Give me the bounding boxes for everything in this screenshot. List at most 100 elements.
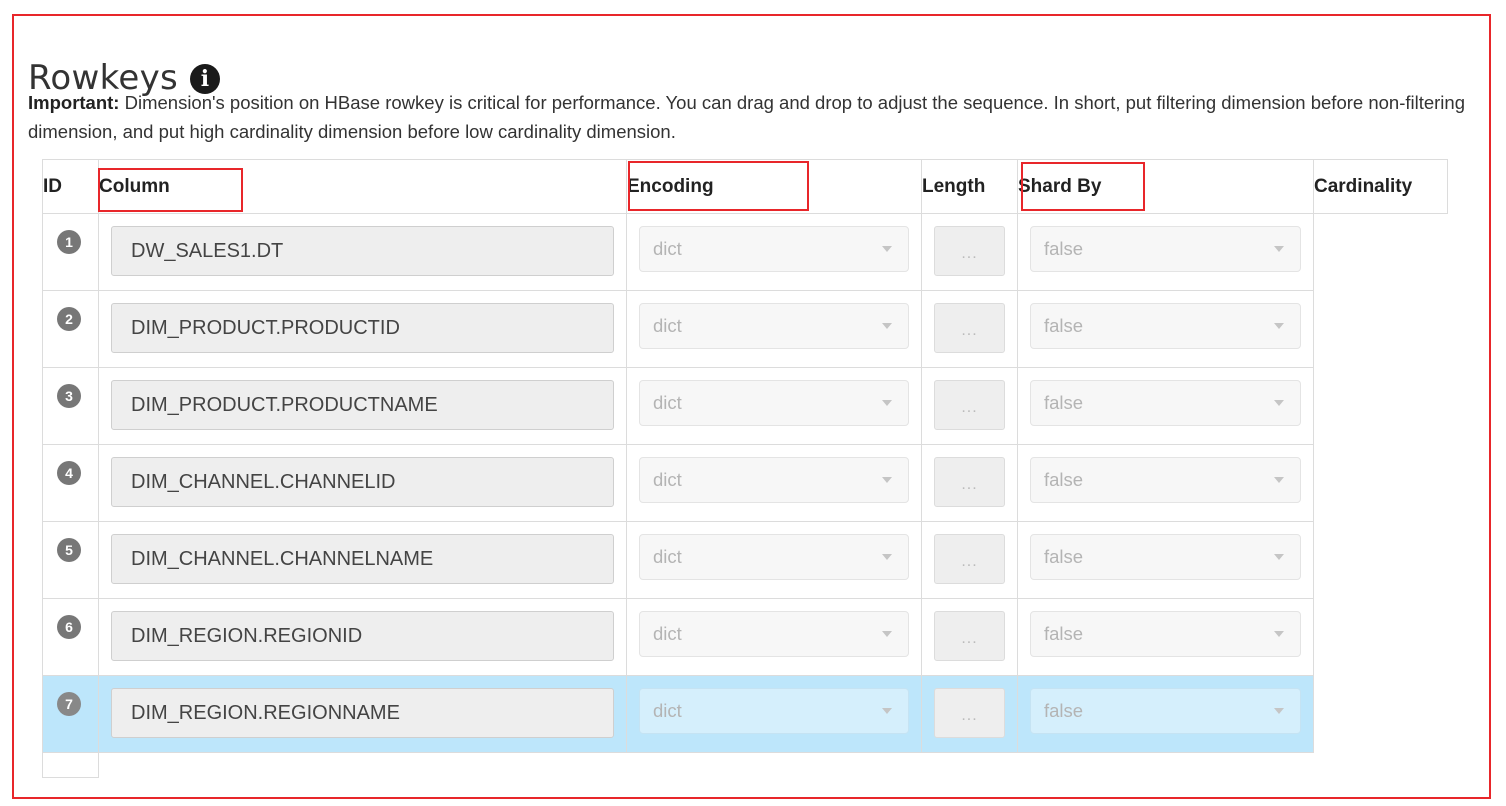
shard-by-value: false — [1044, 315, 1084, 336]
length-input[interactable]: ... — [934, 611, 1005, 661]
encoding-value: dict — [653, 469, 682, 490]
row-number-badge: 1 — [57, 230, 81, 254]
shard-by-select[interactable]: false — [1030, 611, 1301, 657]
note-bold-label: Important: — [28, 92, 120, 113]
header-shard-by: Shard By — [1017, 159, 1314, 214]
shard-by-select[interactable]: false — [1030, 303, 1301, 349]
length-input[interactable]: ... — [934, 457, 1005, 507]
row-shard-cell: false — [1017, 598, 1314, 676]
row-length-cell: ... — [921, 367, 1018, 445]
table-row[interactable]: 1 DW_SALES1.DT dict ... false — [42, 213, 1448, 291]
table-row[interactable]: 2 DIM_PRODUCT.PRODUCTID dict ... false — [42, 290, 1448, 368]
length-input[interactable]: ... — [934, 534, 1005, 584]
table-row[interactable]: 4 DIM_CHANNEL.CHANNELID dict ... false — [42, 444, 1448, 522]
important-note: Important: Dimension's position on HBase… — [28, 88, 1488, 146]
note-text: Dimension's position on HBase rowkey is … — [28, 92, 1465, 142]
row-column-cell: DW_SALES1.DT — [98, 213, 627, 291]
row-column-cell: DIM_REGION.REGIONID — [98, 598, 627, 676]
table-row[interactable]: 5 DIM_CHANNEL.CHANNELNAME dict ... false — [42, 521, 1448, 599]
encoding-select[interactable]: dict — [639, 611, 909, 657]
row-encoding-cell: dict — [626, 521, 922, 599]
encoding-value: dict — [653, 546, 682, 567]
encoding-select[interactable]: dict — [639, 380, 909, 426]
row-number-badge: 7 — [57, 692, 81, 716]
encoding-select[interactable]: dict — [639, 226, 909, 272]
table-row[interactable]: 7 DIM_REGION.REGIONNAME dict ... false — [42, 675, 1448, 753]
row-column-cell: DIM_PRODUCT.PRODUCTID — [98, 290, 627, 368]
header-encoding: Encoding — [626, 159, 922, 214]
row-column-cell: DIM_CHANNEL.CHANNELID — [98, 444, 627, 522]
empty-cell — [1314, 753, 1448, 778]
empty-id-cell — [42, 752, 99, 778]
row-shard-cell: false — [1017, 367, 1314, 445]
row-id-cell: 1 — [42, 213, 99, 291]
row-number-badge: 3 — [57, 384, 81, 408]
shard-by-value: false — [1044, 546, 1084, 567]
shard-by-select[interactable]: false — [1030, 534, 1301, 580]
row-length-cell: ... — [921, 675, 1018, 753]
row-id-cell: 6 — [42, 598, 99, 676]
chevron-down-icon — [1274, 477, 1284, 483]
row-cardinality-cell — [1314, 445, 1448, 522]
row-encoding-cell: dict — [626, 367, 922, 445]
header-column: Column — [98, 159, 627, 214]
shard-by-value: false — [1044, 700, 1084, 721]
row-encoding-cell: dict — [626, 290, 922, 368]
column-name-field: DW_SALES1.DT — [111, 226, 614, 276]
row-shard-cell: false — [1017, 444, 1314, 522]
encoding-value: dict — [653, 623, 682, 644]
encoding-select[interactable]: dict — [639, 303, 909, 349]
row-column-cell: DIM_REGION.REGIONNAME — [98, 675, 627, 753]
row-cardinality-cell — [1314, 676, 1448, 753]
row-shard-cell: false — [1017, 213, 1314, 291]
row-id-cell: 7 — [42, 675, 99, 753]
length-input[interactable]: ... — [934, 688, 1005, 738]
empty-cell — [627, 753, 922, 778]
encoding-select[interactable]: dict — [639, 688, 909, 734]
column-name-field: DIM_CHANNEL.CHANNELID — [111, 457, 614, 507]
row-cardinality-cell — [1314, 522, 1448, 599]
chevron-down-icon — [882, 323, 892, 329]
row-length-cell: ... — [921, 521, 1018, 599]
row-number-badge: 4 — [57, 461, 81, 485]
chevron-down-icon — [882, 708, 892, 714]
row-cardinality-cell — [1314, 368, 1448, 445]
empty-cell — [922, 753, 1018, 778]
row-column-cell: DIM_CHANNEL.CHANNELNAME — [98, 521, 627, 599]
row-encoding-cell: dict — [626, 444, 922, 522]
encoding-value: dict — [653, 315, 682, 336]
chevron-down-icon — [882, 631, 892, 637]
row-shard-cell: false — [1017, 675, 1314, 753]
encoding-select[interactable]: dict — [639, 457, 909, 503]
row-length-cell: ... — [921, 213, 1018, 291]
row-id-cell: 4 — [42, 444, 99, 522]
row-shard-cell: false — [1017, 290, 1314, 368]
encoding-select[interactable]: dict — [639, 534, 909, 580]
shard-by-select[interactable]: false — [1030, 380, 1301, 426]
row-length-cell: ... — [921, 598, 1018, 676]
column-name-field: DIM_REGION.REGIONID — [111, 611, 614, 661]
length-input[interactable]: ... — [934, 380, 1005, 430]
empty-cell — [1018, 753, 1314, 778]
rowkeys-table: ID Column Encoding Length Shard By Cardi… — [42, 159, 1448, 778]
chevron-down-icon — [1274, 554, 1284, 560]
shard-by-value: false — [1044, 238, 1084, 259]
length-input[interactable]: ... — [934, 226, 1005, 276]
column-name-field: DIM_CHANNEL.CHANNELNAME — [111, 534, 614, 584]
chevron-down-icon — [882, 400, 892, 406]
row-number-badge: 5 — [57, 538, 81, 562]
shard-by-select[interactable]: false — [1030, 688, 1301, 734]
length-input[interactable]: ... — [934, 303, 1005, 353]
row-cardinality-cell — [1314, 214, 1448, 291]
chevron-down-icon — [1274, 246, 1284, 252]
row-shard-cell: false — [1017, 521, 1314, 599]
column-name-field: DIM_REGION.REGIONNAME — [111, 688, 614, 738]
table-empty-row — [42, 752, 1448, 778]
encoding-value: dict — [653, 238, 682, 259]
chevron-down-icon — [882, 554, 892, 560]
shard-by-select[interactable]: false — [1030, 226, 1301, 272]
shard-by-value: false — [1044, 469, 1084, 490]
table-row[interactable]: 3 DIM_PRODUCT.PRODUCTNAME dict ... false — [42, 367, 1448, 445]
shard-by-select[interactable]: false — [1030, 457, 1301, 503]
table-row[interactable]: 6 DIM_REGION.REGIONID dict ... false — [42, 598, 1448, 676]
